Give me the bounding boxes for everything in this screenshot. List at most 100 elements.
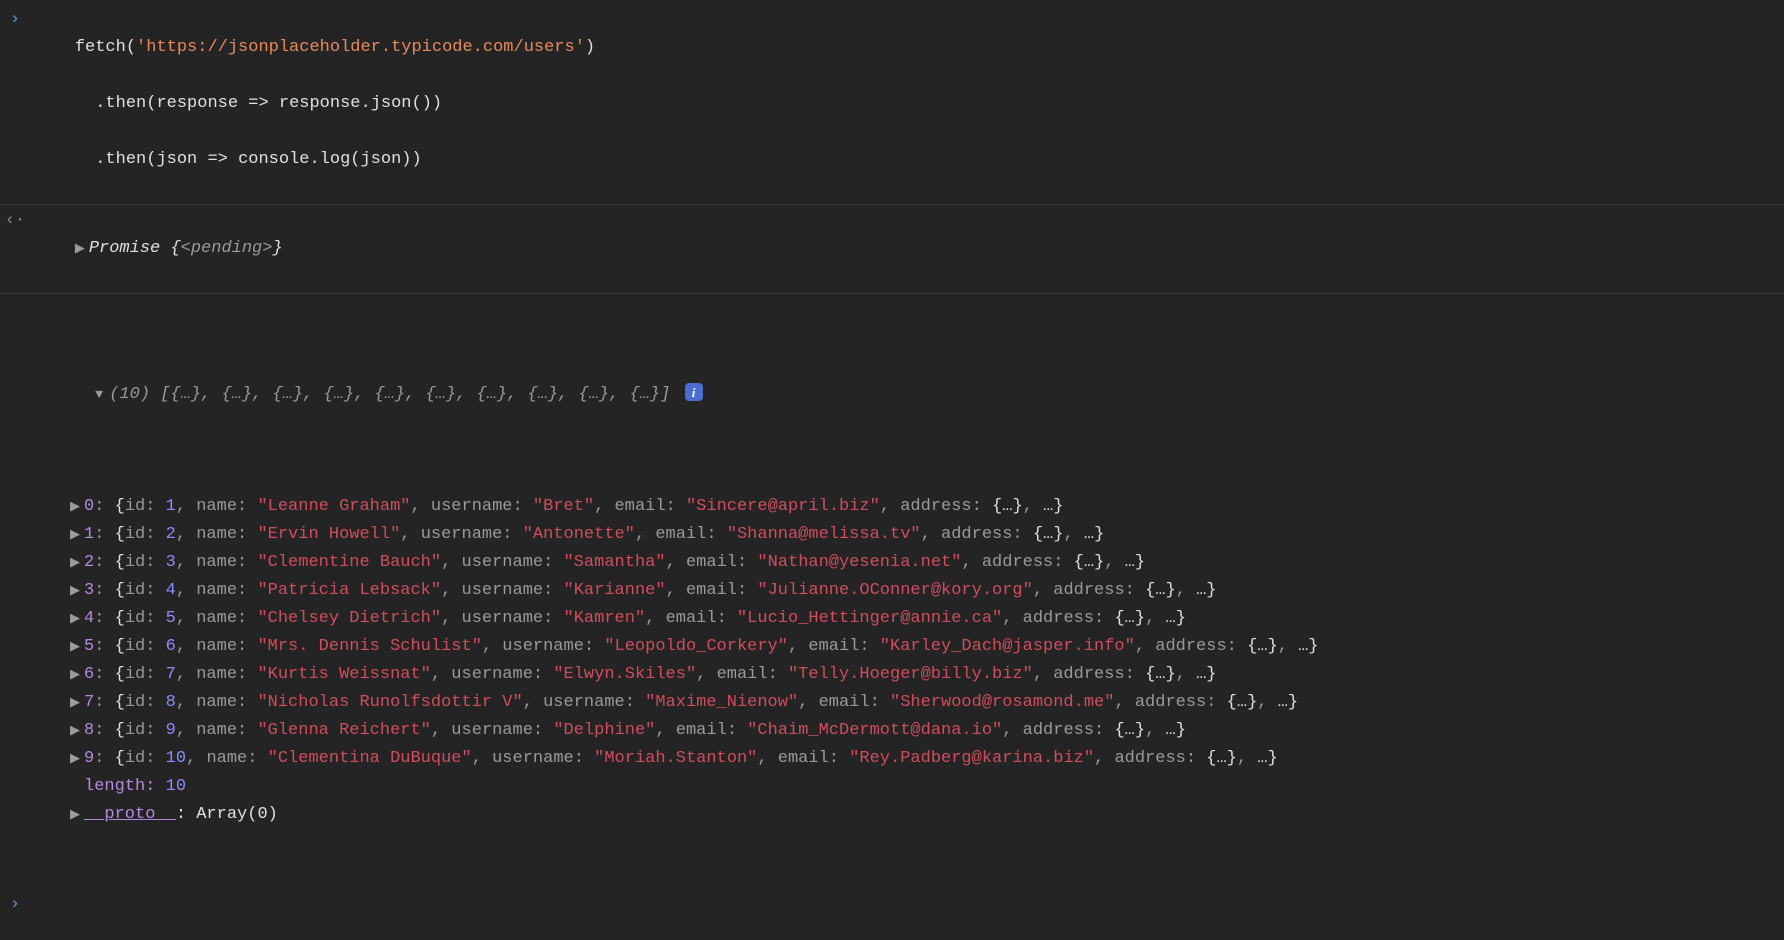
- prop-key: name:: [196, 665, 257, 684]
- prop-key: address:: [1135, 693, 1227, 712]
- prop-address: {…}: [1145, 581, 1176, 600]
- input-prompt-icon: ›: [0, 6, 30, 34]
- prop-username: "Leopoldo_Corkery": [604, 637, 788, 656]
- spacer: [70, 776, 84, 797]
- prop-id: 5: [166, 609, 176, 628]
- input-prompt-icon: ›: [0, 891, 30, 919]
- comma: ,: [1176, 581, 1196, 600]
- prop-key: name:: [196, 609, 257, 628]
- colon: :: [94, 553, 114, 572]
- prop-email: "Karley_Dach@jasper.info": [880, 637, 1135, 656]
- prop-key: username:: [421, 525, 523, 544]
- array-summary-line[interactable]: ▼(10) [{…}, {…}, {…}, {…}, {…}, {…}, {…}…: [34, 353, 1784, 437]
- prop-email: "Rey.Padberg@karina.biz": [849, 749, 1094, 768]
- prop-key: id:: [125, 553, 166, 572]
- prop-key: username:: [451, 721, 553, 740]
- prop-key: email:: [676, 721, 747, 740]
- code-arrow: =>: [238, 94, 279, 113]
- array-item-row[interactable]: ▶9: {id: 10, name: "Clementina DuBuque",…: [70, 745, 1784, 773]
- prop-key: id:: [125, 637, 166, 656]
- prop-key: address:: [1155, 637, 1247, 656]
- comma: ,: [472, 749, 492, 768]
- prop-key: username:: [451, 665, 553, 684]
- prop-key: name:: [196, 637, 257, 656]
- prop-key: email:: [655, 525, 726, 544]
- prop-id: 9: [166, 721, 176, 740]
- prop-key: id:: [125, 609, 166, 628]
- colon: :: [94, 693, 114, 712]
- prop-email: "Julianne.OConner@kory.org": [757, 581, 1032, 600]
- prop-address: {…}: [1114, 609, 1145, 628]
- prop-rest: …: [1125, 553, 1135, 572]
- brace: {: [115, 693, 125, 712]
- prop-username: "Samantha": [564, 553, 666, 572]
- code-arrow: =>: [197, 150, 238, 169]
- expand-triangle-icon[interactable]: ▶: [70, 664, 84, 685]
- prop-key: username:: [431, 497, 533, 516]
- collapse-triangle-icon[interactable]: ▼: [95, 384, 109, 405]
- prop-id: 6: [166, 637, 176, 656]
- array-item-row[interactable]: ▶2: {id: 3, name: "Clementine Bauch", us…: [70, 549, 1784, 577]
- brace: {: [115, 637, 125, 656]
- expand-triangle-icon[interactable]: ▶: [70, 748, 84, 769]
- prop-username: "Delphine": [553, 721, 655, 740]
- array-index: 1: [84, 525, 94, 544]
- comma: ,: [176, 581, 196, 600]
- expand-triangle-icon[interactable]: ▶: [70, 692, 84, 713]
- promise-result[interactable]: ▶Promise {<pending>}: [30, 207, 1784, 291]
- comma: ,: [441, 581, 461, 600]
- array-item-row[interactable]: ▶3: {id: 4, name: "Patricia Lebsack", us…: [70, 577, 1784, 605]
- comma: ,: [186, 749, 206, 768]
- brace: }: [1288, 693, 1298, 712]
- expand-triangle-icon[interactable]: ▶: [70, 720, 84, 741]
- array-item-row[interactable]: ▶0: {id: 1, name: "Leanne Graham", usern…: [70, 493, 1784, 521]
- prop-key: address:: [1053, 581, 1145, 600]
- prop-key: id:: [125, 749, 166, 768]
- expand-triangle-icon[interactable]: ▶: [75, 238, 89, 259]
- expand-triangle-icon[interactable]: ▶: [70, 804, 84, 825]
- brace: }: [1094, 525, 1104, 544]
- comma: ,: [431, 721, 451, 740]
- brace: }: [1206, 665, 1216, 684]
- prop-name: "Leanne Graham": [257, 497, 410, 516]
- prop-id: 4: [166, 581, 176, 600]
- comma: ,: [655, 721, 675, 740]
- comma: ,: [1176, 665, 1196, 684]
- prop-key: username:: [462, 609, 564, 628]
- comma: ,: [176, 553, 196, 572]
- info-icon[interactable]: i: [685, 383, 703, 401]
- brace: }: [1176, 721, 1186, 740]
- prop-address: {…}: [1074, 553, 1105, 572]
- array-item-row[interactable]: ▶4: {id: 5, name: "Chelsey Dietrich", us…: [70, 605, 1784, 633]
- expand-triangle-icon[interactable]: ▶: [70, 580, 84, 601]
- prop-key: name:: [196, 721, 257, 740]
- array-item-row[interactable]: ▶6: {id: 7, name: "Kurtis Weissnat", use…: [70, 661, 1784, 689]
- array-item-row[interactable]: ▶5: {id: 6, name: "Mrs. Dennis Schulist"…: [70, 633, 1784, 661]
- expand-triangle-icon[interactable]: ▶: [70, 524, 84, 545]
- prop-username: "Karianne": [564, 581, 666, 600]
- array-item-row[interactable]: ▶7: {id: 8, name: "Nicholas Runolfsdotti…: [70, 689, 1784, 717]
- prop-key: name:: [196, 581, 257, 600]
- array-count: (10): [109, 385, 150, 404]
- code-text: console.log(json): [238, 150, 411, 169]
- prop-address: {…}: [1114, 721, 1145, 740]
- prop-id: 7: [166, 665, 176, 684]
- colon: :: [94, 665, 114, 684]
- console-new-input-row[interactable]: ›: [0, 887, 1784, 919]
- expand-triangle-icon[interactable]: ▶: [70, 636, 84, 657]
- prop-rest: …: [1257, 749, 1267, 768]
- prop-address: {…}: [1247, 637, 1278, 656]
- comma: ,: [176, 525, 196, 544]
- result-prompt-icon: ‹·: [0, 207, 30, 235]
- expand-triangle-icon[interactable]: ▶: [70, 496, 84, 517]
- comma: ,: [1094, 749, 1114, 768]
- expand-triangle-icon[interactable]: ▶: [70, 552, 84, 573]
- array-index: 6: [84, 665, 94, 684]
- comma: ,: [880, 497, 900, 516]
- array-item-row[interactable]: ▶8: {id: 9, name: "Glenna Reichert", use…: [70, 717, 1784, 745]
- array-proto-row[interactable]: ▶__proto__: Array(0): [70, 801, 1784, 829]
- expand-triangle-icon[interactable]: ▶: [70, 608, 84, 629]
- prop-name: "Clementina DuBuque": [268, 749, 472, 768]
- prop-name: "Clementine Bauch": [257, 553, 441, 572]
- array-item-row[interactable]: ▶1: {id: 2, name: "Ervin Howell", userna…: [70, 521, 1784, 549]
